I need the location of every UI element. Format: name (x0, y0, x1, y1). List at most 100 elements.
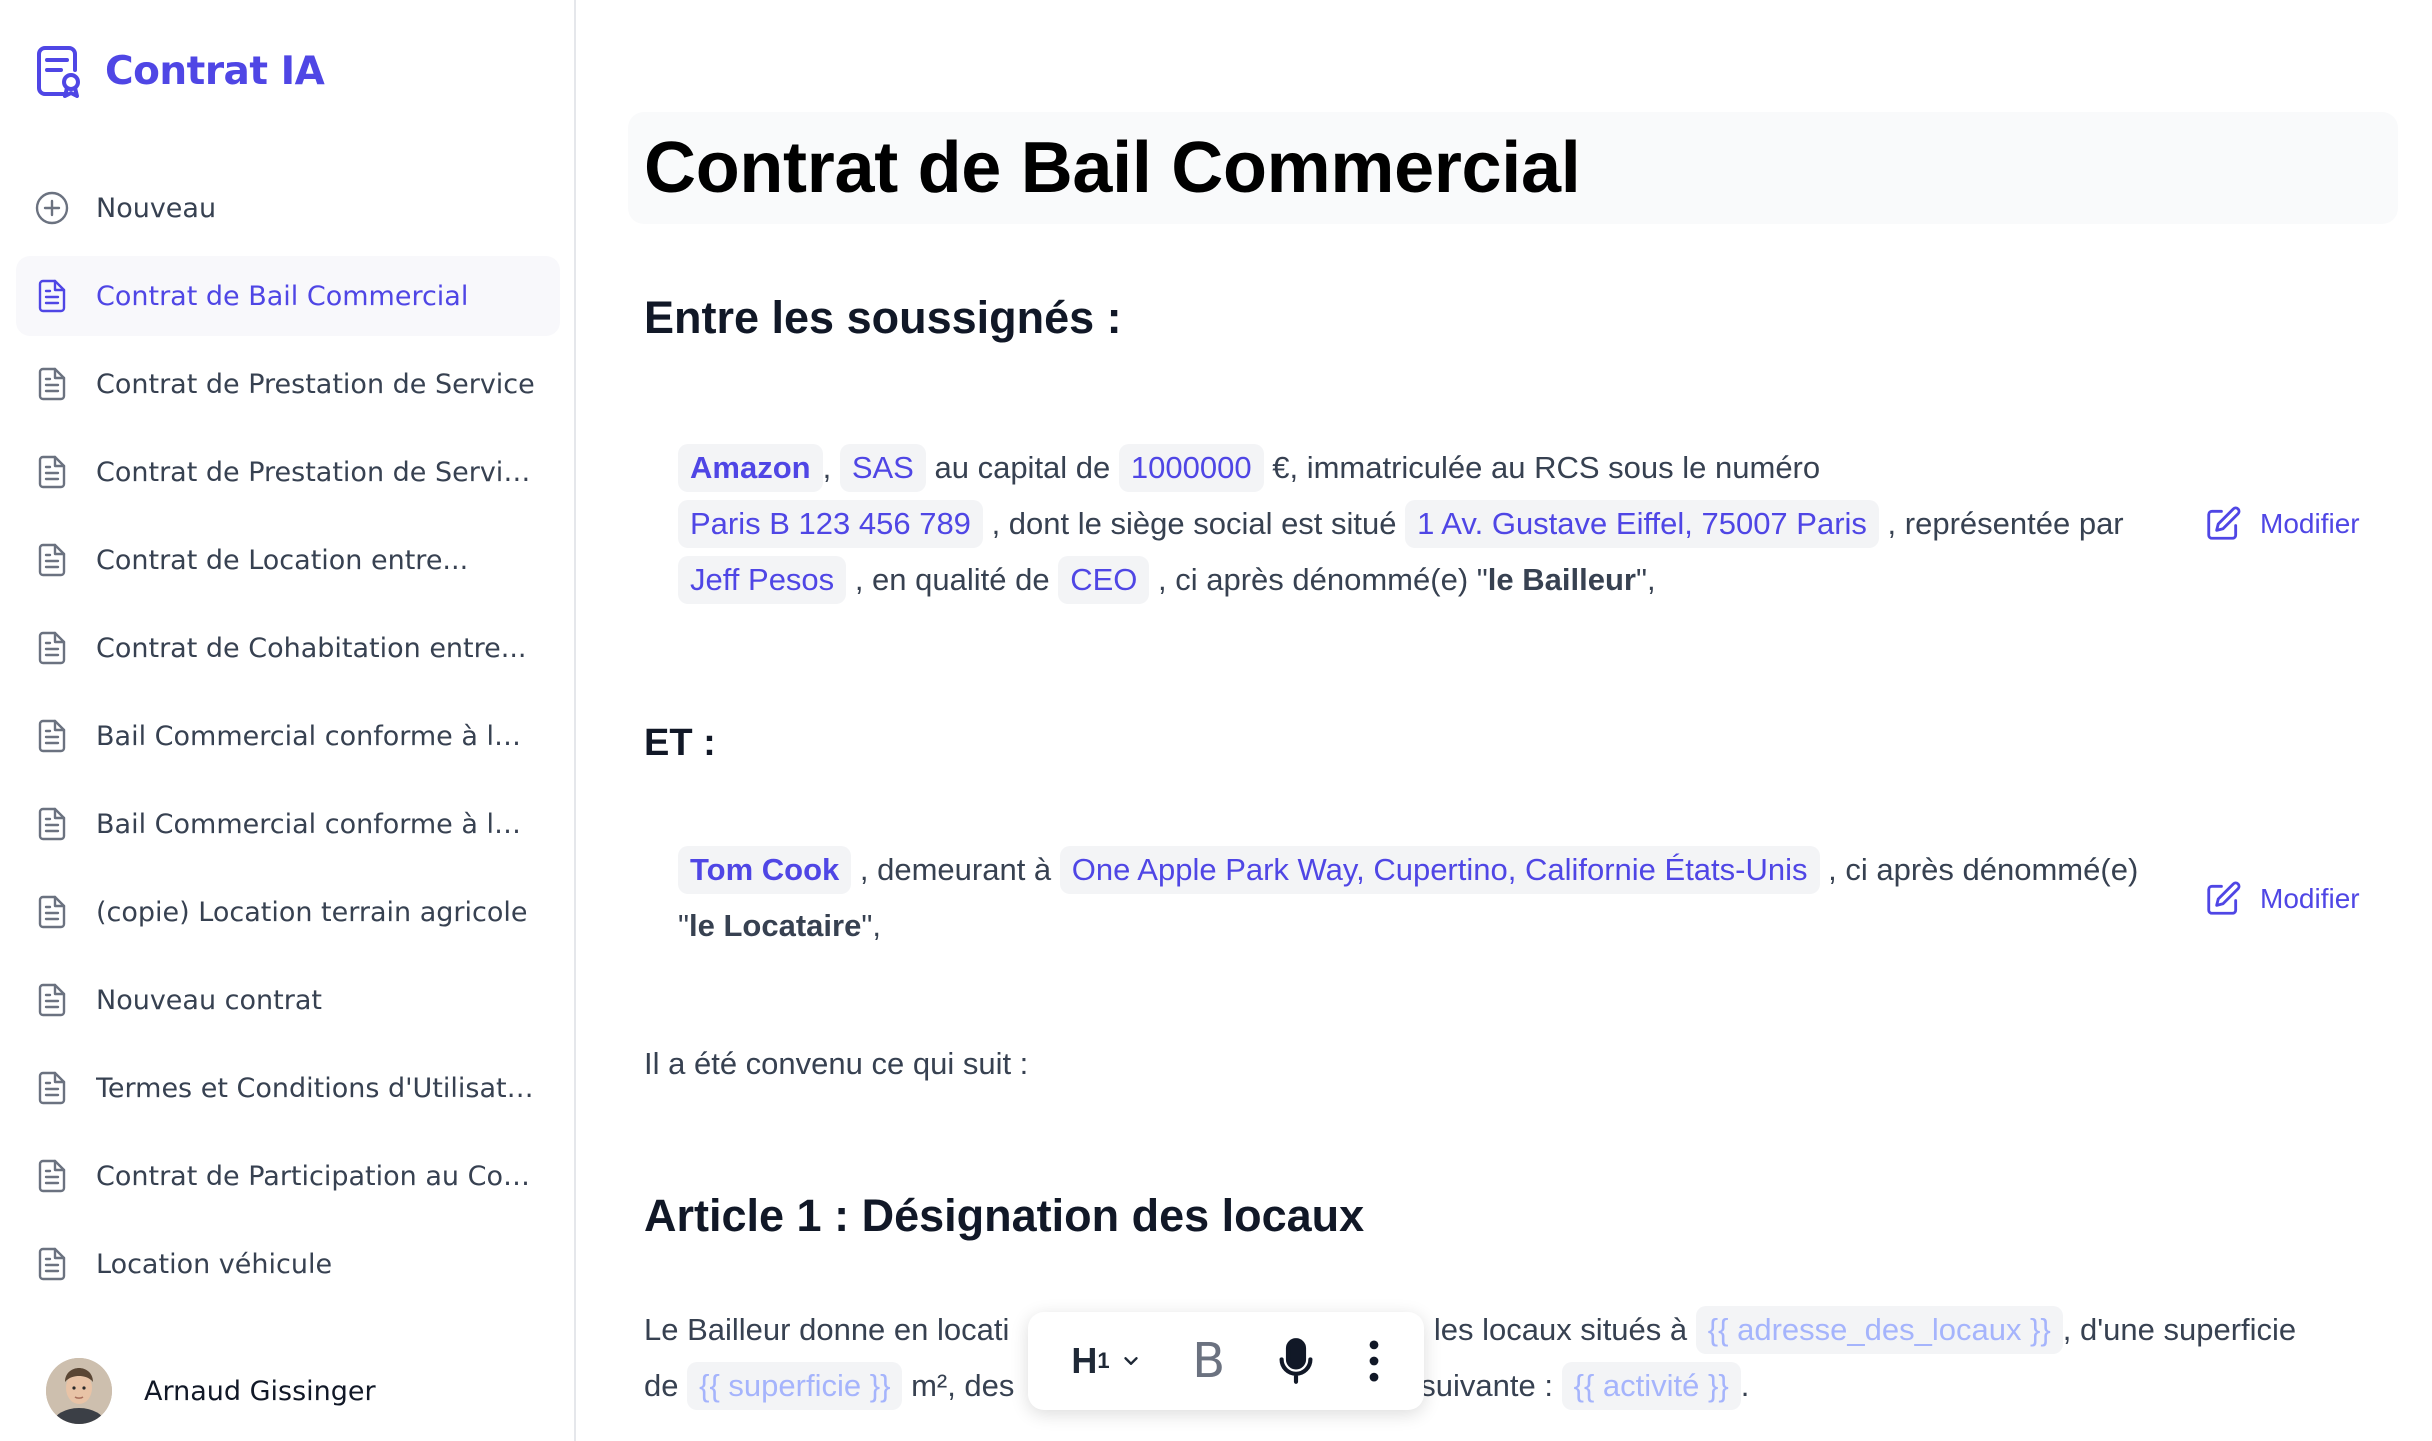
sidebar-item-label: Contrat de Location entre... (96, 544, 469, 576)
variable-rcs[interactable]: Paris B 123 456 789 (678, 500, 983, 548)
edit-label: Modifier (2260, 508, 2360, 539)
document-icon (34, 366, 70, 402)
more-vertical-icon (1369, 1340, 1379, 1382)
edit-icon (2207, 506, 2241, 540)
sidebar-item-contract[interactable]: Contrat de Participation au Cou... (16, 1136, 560, 1216)
sidebar-item-contract[interactable]: Contrat de Prestation de Servic... (16, 432, 560, 512)
text: . (1740, 1368, 1750, 1403)
edit-locataire-button[interactable]: Modifier (2204, 880, 2360, 918)
user-profile[interactable]: Arnaud Gissinger (46, 1358, 376, 1424)
placeholder-activite[interactable]: {{ activité }} (1561, 1362, 1741, 1410)
variable-capital[interactable]: 1000000 (1118, 444, 1264, 492)
dictation-button[interactable] (1276, 1337, 1316, 1385)
variable-address[interactable]: 1 Av. Gustave Eiffel, 75007 Paris (1405, 500, 1879, 548)
sidebar-item-contract[interactable]: Contrat de Location entre... (16, 520, 560, 600)
text: , demeurant à (859, 852, 1052, 887)
text: de (644, 1368, 679, 1403)
sidebar-item-contract[interactable]: Bail Commercial conforme à la l... (16, 696, 560, 776)
text: , dont le siège social est situé (991, 506, 1397, 541)
document-icon (34, 718, 70, 754)
variable-legal-form[interactable]: SAS (839, 444, 926, 492)
document-icon (34, 982, 70, 1018)
sidebar-item-label: (copie) Location terrain agricole (96, 896, 528, 928)
bold-button[interactable]: B (1192, 1333, 1225, 1389)
heading-label: H (1071, 1340, 1098, 1381)
contract-badge-icon (37, 46, 80, 98)
new-contract-label: Nouveau (96, 192, 217, 224)
variable-role[interactable]: CEO (1058, 556, 1150, 604)
sidebar-item-label: Contrat de Bail Commercial (96, 280, 469, 312)
placeholder-adresse[interactable]: {{ adresse_des_locaux }} (1695, 1306, 2063, 1354)
edit-icon (2207, 881, 2241, 915)
format-toolbar: H1 B (1028, 1312, 1424, 1410)
placeholder-superficie[interactable]: {{ superficie }} (687, 1362, 903, 1410)
user-name: Arnaud Gissinger (144, 1375, 376, 1407)
sidebar-item-label: Contrat de Cohabitation entre... (96, 632, 527, 664)
article-1-paragraph[interactable]: Le Bailleur donne en locati e, les locaux… (644, 1302, 2424, 1414)
agreed-paragraph[interactable]: Il a été convenu ce qui suit : (644, 1036, 1028, 1092)
text: , d'une superficie (2062, 1312, 2297, 1347)
sidebar: Contrat IA Nouveau Contrat de Bail Comme… (0, 0, 576, 1441)
document-icon (34, 630, 70, 666)
sidebar-item-contract[interactable]: Termes et Conditions d'Utilisati... (16, 1048, 560, 1128)
sidebar-item-contract[interactable]: (copie) Location terrain agricole (16, 872, 560, 952)
sidebar-item-label: Contrat de Participation au Cou... (96, 1160, 536, 1192)
text: , ci après dénommé(e) (1828, 852, 2139, 887)
sidebar-item-contract[interactable]: Contrat de Cohabitation entre... (16, 608, 560, 688)
text: m², des (911, 1368, 1015, 1403)
text: , représentée par (1887, 506, 2124, 541)
heading-level: 1 (1097, 1348, 1110, 1373)
text: " (678, 908, 690, 943)
document-icon (34, 1158, 70, 1194)
heading-level-dropdown[interactable]: H1 (1071, 1340, 1141, 1382)
text: Le Bailleur donne en locati (644, 1312, 1010, 1347)
sidebar-item-label: Location véhicule (96, 1248, 333, 1280)
and-heading[interactable]: ET : (644, 722, 716, 765)
sidebar-item-label: Contrat de Prestation de Servic... (96, 456, 536, 488)
document-icon (34, 278, 70, 314)
document-icon (34, 1246, 70, 1282)
between-heading[interactable]: Entre les soussignés : (644, 292, 1122, 344)
app-logo[interactable]: Contrat IA (35, 44, 325, 98)
app-name: Contrat IA (105, 48, 325, 94)
document-icon (34, 1070, 70, 1106)
party-bailleur[interactable]: Amazon, SAS au capital de 1000000 €, imm… (678, 440, 2178, 608)
sidebar-item-label: Bail Commercial conforme à la l... (96, 808, 536, 840)
sidebar-item-contract[interactable]: Nouveau contrat (16, 960, 560, 1040)
designation-locataire: le Locataire (689, 908, 862, 943)
text: ", (1635, 562, 1656, 597)
article-1-heading[interactable]: Article 1 : Désignation des locaux (644, 1190, 1364, 1242)
new-contract-button[interactable]: Nouveau (16, 168, 560, 248)
variable-tenant-name[interactable]: Tom Cook (678, 846, 852, 894)
sidebar-item-label: Contrat de Prestation de Service (96, 368, 535, 400)
sidebar-item-label: Bail Commercial conforme à la l... (96, 720, 536, 752)
document-icon (34, 454, 70, 490)
variable-company[interactable]: Amazon (678, 444, 823, 492)
document-icon (34, 542, 70, 578)
text: €, immatriculée au RCS sous le numéro (1272, 450, 1821, 485)
chevron-down-icon (1123, 1357, 1138, 1365)
text: , (822, 450, 832, 485)
text: au capital de (934, 450, 1111, 485)
document-icon (34, 806, 70, 842)
text: , ci après dénommé(e) " (1158, 562, 1488, 597)
variable-tenant-address[interactable]: One Apple Park Way, Cupertino, Californi… (1059, 846, 1820, 894)
sidebar-item-contract[interactable]: Contrat de Bail Commercial (16, 256, 560, 336)
microphone-icon (1279, 1338, 1313, 1384)
designation-bailleur: le Bailleur (1487, 562, 1636, 597)
document-title[interactable]: Contrat de Bail Commercial (644, 112, 2398, 224)
party-locataire[interactable]: Tom Cook , demeurant à One Apple Park Wa… (678, 842, 2178, 954)
title-block[interactable]: Contrat de Bail Commercial (628, 112, 2398, 224)
document-editor[interactable]: Contrat de Bail Commercial Entre les sou… (578, 0, 2432, 1441)
sidebar-item-label: Nouveau contrat (96, 984, 322, 1016)
edit-bailleur-button[interactable]: Modifier (2204, 505, 2360, 543)
sidebar-item-contract[interactable]: Bail Commercial conforme à la l... (16, 784, 560, 864)
text: ", (861, 908, 881, 943)
plus-circle-icon (34, 190, 70, 226)
edit-label: Modifier (2260, 883, 2360, 914)
sidebar-item-contract[interactable]: Contrat de Prestation de Service (16, 344, 560, 424)
sidebar-item-contract[interactable]: Location véhicule (16, 1224, 560, 1304)
variable-representative[interactable]: Jeff Pesos (678, 556, 847, 604)
more-options-button[interactable] (1367, 1339, 1381, 1383)
sidebar-item-label: Termes et Conditions d'Utilisati... (96, 1072, 536, 1104)
